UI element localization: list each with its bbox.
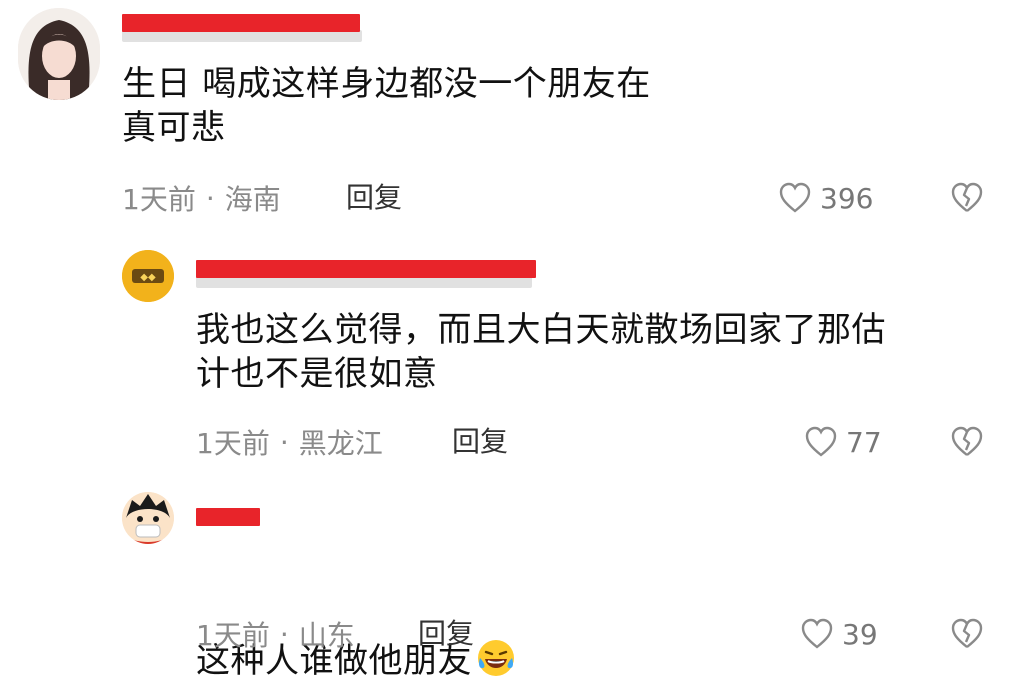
like-button[interactable]: 396: [778, 180, 873, 216]
reply-button[interactable]: 回复: [418, 616, 474, 652]
separator: ·: [205, 181, 215, 215]
heart-icon: [805, 426, 837, 457]
broken-heart-icon: [951, 426, 983, 456]
dislike-button[interactable]: [950, 426, 984, 462]
svg-text:◆◆: ◆◆: [140, 272, 156, 283]
laughing-crying-emoji-icon: [476, 594, 516, 676]
username-redacted[interactable]: [196, 508, 260, 526]
dislike-button[interactable]: [950, 182, 984, 218]
location: 海南: [224, 183, 281, 216]
like-button[interactable]: 77: [804, 424, 882, 460]
like-count: 77: [846, 425, 882, 459]
dislike-button[interactable]: [950, 618, 984, 654]
comment-text: 生日 喝成这样身边都没一个朋友在 真可悲: [122, 64, 651, 148]
timestamp: 1天前: [122, 183, 196, 216]
timestamp: 1天前: [196, 619, 270, 652]
avatar[interactable]: ◆◆: [122, 250, 174, 302]
broken-heart-icon: [951, 182, 983, 212]
separator: ·: [279, 617, 289, 651]
heart-icon: [779, 182, 811, 213]
comment-meta: 1天前 · 黑龙江: [196, 424, 383, 461]
username-redacted[interactable]: [196, 260, 536, 278]
reply-button[interactable]: 回复: [346, 180, 402, 216]
location: 山东: [298, 619, 355, 652]
like-count: 39: [842, 617, 878, 651]
comment-meta: 1天前 · 海南: [122, 180, 281, 217]
comment-meta: 1天前 · 山东: [196, 616, 355, 653]
like-button[interactable]: 39: [800, 616, 878, 652]
separator: ·: [279, 425, 289, 459]
avatar[interactable]: [122, 492, 174, 544]
broken-heart-icon: [951, 618, 983, 648]
timestamp: 1天前: [196, 427, 270, 460]
like-count: 396: [820, 181, 874, 215]
location: 黑龙江: [298, 427, 383, 460]
reply-button[interactable]: 回复: [452, 424, 508, 460]
username-redacted[interactable]: [122, 14, 360, 32]
avatar[interactable]: [18, 8, 100, 100]
comment-text: 我也这么觉得，而且大白天就散场回家了那估 计也不是很如意: [196, 310, 886, 394]
heart-icon: [801, 618, 833, 649]
